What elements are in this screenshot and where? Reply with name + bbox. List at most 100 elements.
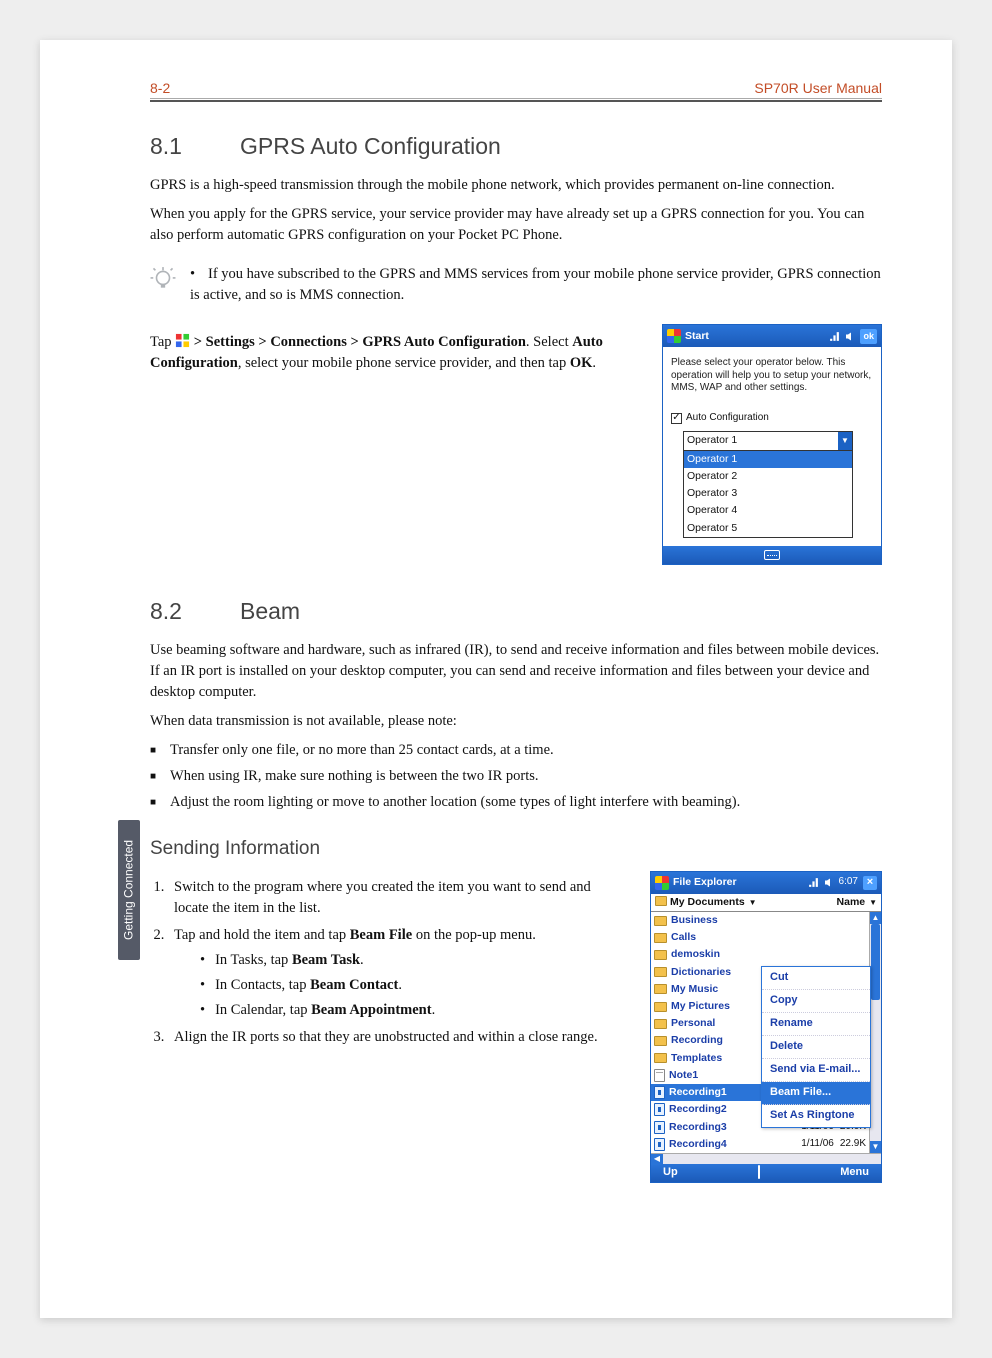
menu-item-set-ringtone[interactable]: Set As Ringtone — [762, 1105, 870, 1127]
breadcrumb-bar: My Documents ▼ Name ▼ — [651, 894, 881, 912]
combobox-selected: Operator 1 — [684, 432, 838, 449]
section-8-1-heading: 8.1GPRS Auto Configuration — [150, 130, 882, 163]
beam-notes-list: Transfer only one file, or no more than … — [150, 740, 882, 813]
folder-row[interactable]: demoskin — [651, 946, 869, 963]
sending-steps: Switch to the program where you created … — [150, 877, 626, 1048]
list-item: When using IR, make sure nothing is betw… — [174, 766, 882, 787]
file-explorer-body: Business Calls demoskin Dictionaries My … — [651, 912, 881, 1153]
checkbox-checked-icon[interactable]: ✓ — [671, 413, 682, 424]
menu-item-rename[interactable]: Rename — [762, 1013, 870, 1036]
section-title: Beam — [240, 598, 300, 624]
ok-button[interactable]: ok — [860, 329, 877, 344]
status-icons: ok — [829, 329, 877, 344]
windows-start-icon — [175, 333, 190, 348]
sec81-paragraph-2: When you apply for the GPRS service, you… — [150, 204, 882, 246]
folder-row[interactable]: Calls — [651, 929, 869, 946]
menu-button[interactable]: Menu — [840, 1165, 869, 1181]
menu-item-send-email[interactable]: Send via E-mail... — [762, 1059, 870, 1082]
folder-icon — [654, 1053, 667, 1063]
tip-text: •If you have subscribed to the GPRS and … — [190, 264, 882, 306]
folder-icon — [654, 916, 667, 926]
folder-icon — [654, 950, 667, 960]
context-menu: Cut Copy Rename Delete Send via E-mail..… — [761, 966, 871, 1128]
bottom-bar — [663, 546, 881, 564]
signal-icon — [808, 877, 819, 888]
bottom-command-bar: Up Menu — [651, 1164, 881, 1182]
scroll-left-icon[interactable]: ◀ — [651, 1154, 663, 1165]
keyboard-icon[interactable] — [764, 550, 780, 560]
step-2: Tap and hold the item and tap Beam File … — [168, 925, 626, 1021]
window-titlebar: Start ok — [663, 325, 881, 347]
manual-page: 8-2 SP70R User Manual Getting Connected … — [40, 40, 952, 1318]
chevron-down-icon[interactable]: ▼ — [838, 432, 852, 449]
speaker-icon — [845, 331, 855, 342]
up-button[interactable]: Up — [663, 1165, 678, 1181]
operator-option[interactable]: Operator 2 — [684, 468, 852, 485]
config-intro-text: Please select your operator below. This … — [671, 357, 873, 395]
menu-item-copy[interactable]: Copy — [762, 990, 870, 1013]
checkbox-label: Auto Configuration — [686, 411, 769, 426]
operator-option[interactable]: Operator 5 — [684, 520, 852, 537]
screenshot-file-explorer: File Explorer 6:07 × My Documents ▼ Name… — [650, 871, 882, 1183]
section-number: 8.2 — [150, 595, 240, 628]
section-title: GPRS Auto Configuration — [240, 133, 501, 159]
sort-dropdown[interactable]: Name ▼ — [837, 895, 877, 910]
start-flag-icon[interactable] — [655, 876, 669, 890]
sec81-paragraph-1: GPRS is a high-speed transmission throug… — [150, 175, 882, 196]
step-1: Switch to the program where you created … — [168, 877, 626, 919]
header-rule — [150, 98, 882, 99]
tap-instruction: Tap > Settings > Connections > GPRS Auto… — [150, 332, 638, 374]
file-row[interactable]: Recording41/11/0622.9K — [651, 1136, 869, 1153]
screenshot-gprs-config: Start ok Please select your operator bel… — [662, 324, 882, 564]
window-title: Start — [685, 329, 825, 344]
breadcrumb-folder[interactable]: My Documents ▼ — [655, 895, 757, 910]
scroll-track[interactable] — [870, 924, 881, 1141]
menu-item-cut[interactable]: Cut — [762, 967, 870, 990]
sending-info-heading: Sending Information — [150, 835, 882, 863]
audio-file-icon — [654, 1138, 665, 1151]
combobox-dropdown: Operator 1 Operator 2 Operator 3 Operato… — [684, 450, 852, 537]
manual-title: SP70R User Manual — [754, 78, 882, 98]
sec82-paragraph-2: When data transmission is not available,… — [150, 711, 882, 732]
operator-option[interactable]: Operator 3 — [684, 485, 852, 502]
folder-icon — [654, 1036, 667, 1046]
close-icon[interactable]: × — [863, 876, 877, 890]
operator-combobox[interactable]: Operator 1 ▼ Operator 1 Operator 2 Opera… — [683, 431, 853, 537]
sec82-paragraph-1: Use beaming software and hardware, such … — [150, 640, 882, 703]
chevron-down-icon: ▼ — [869, 898, 877, 907]
note-file-icon — [654, 1069, 665, 1082]
section-8-2-heading: 8.2Beam — [150, 595, 882, 628]
menu-item-beam-file[interactable]: Beam File... — [762, 1082, 870, 1105]
start-flag-icon[interactable] — [667, 329, 681, 343]
status-icons: 6:07 × — [808, 875, 877, 890]
section-number: 8.1 — [150, 130, 240, 163]
section-tab: Getting Connected — [118, 820, 140, 960]
audio-file-icon — [654, 1086, 665, 1099]
scroll-down-icon[interactable]: ▼ — [870, 1141, 881, 1153]
window-title: File Explorer — [673, 875, 804, 890]
step2-substeps: In Tasks, tap Beam Task. In Contacts, ta… — [174, 950, 626, 1021]
substep: In Contacts, tap Beam Contact. — [200, 975, 626, 996]
folder-icon — [655, 896, 667, 906]
folder-icon — [654, 1019, 667, 1029]
lightbulb-icon — [150, 266, 176, 292]
list-item: Transfer only one file, or no more than … — [174, 740, 882, 761]
substep: In Calendar, tap Beam Appointment. — [200, 1000, 626, 1021]
window-titlebar: File Explorer 6:07 × — [651, 872, 881, 894]
folder-icon — [654, 933, 667, 943]
substep: In Tasks, tap Beam Task. — [200, 950, 626, 971]
folder-icon — [654, 1002, 667, 1012]
operator-option[interactable]: Operator 1 — [684, 451, 852, 468]
tip-row: •If you have subscribed to the GPRS and … — [150, 264, 882, 306]
folder-icon — [654, 967, 667, 977]
list-item: Adjust the room lighting or move to anot… — [174, 792, 882, 813]
auto-config-checkbox-row[interactable]: ✓ Auto Configuration — [671, 411, 873, 426]
page-number: 8-2 — [150, 78, 170, 98]
folder-row[interactable]: Business — [651, 912, 869, 929]
operator-option[interactable]: Operator 4 — [684, 502, 852, 519]
menu-item-delete[interactable]: Delete — [762, 1036, 870, 1059]
horizontal-scrollbar[interactable]: ◀ — [651, 1153, 881, 1164]
scroll-up-icon[interactable]: ▲ — [870, 912, 881, 924]
keyboard-icon[interactable] — [758, 1165, 760, 1179]
scroll-thumb[interactable] — [871, 924, 880, 1000]
